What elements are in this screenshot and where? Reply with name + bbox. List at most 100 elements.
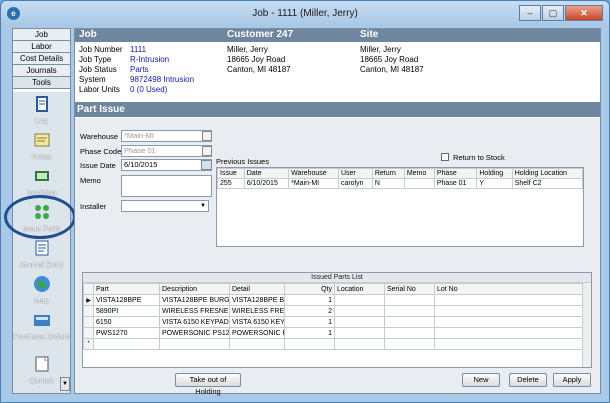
column-header[interactable]: Holding <box>476 168 513 179</box>
sidebar-tab-labor[interactable]: Labor <box>13 41 70 53</box>
column-header[interactable]: Lot No <box>434 283 584 295</box>
table-cell[interactable]: WIRELESS FRESNEL P <box>159 305 230 317</box>
column-header[interactable]: Serial No <box>384 283 435 295</box>
column-header[interactable]: User <box>337 168 373 179</box>
table-cell[interactable] <box>334 327 385 339</box>
row-selector[interactable] <box>83 327 94 339</box>
table-row[interactable]: 255 6/10/2015 *Main-MI carolyn N Phase 01 Y She… <box>217 178 584 189</box>
table-cell[interactable] <box>334 316 385 328</box>
table-cell[interactable] <box>384 294 435 306</box>
table-cell[interactable]: PWS1270 <box>93 327 160 339</box>
table-cell[interactable] <box>334 294 385 306</box>
table-row[interactable]: ▶ VISTA128BPE VISTA128BPE BURG P VISTA128BP… <box>83 294 584 306</box>
tool-notes[interactable]: Notes <box>13 130 70 161</box>
column-header[interactable]: Detail <box>229 283 285 295</box>
column-header[interactable]: Issue <box>217 168 245 179</box>
table-row[interactable]: 6150 VISTA 6150 KEYPAD VISTA 6150 KEYP 1 <box>83 316 584 328</box>
table-cell[interactable]: VISTA128BPE BURG P <box>159 294 230 306</box>
table-cell[interactable] <box>434 294 584 306</box>
minimize-button[interactable]: – <box>519 5 541 21</box>
table-cell[interactable] <box>384 305 435 317</box>
part-issue-panel: Warehouse *Main-MI Phase Code Phase 01 I… <box>75 118 600 396</box>
phase-code-field[interactable]: Phase 01 <box>121 145 212 157</box>
return-to-stock-checkbox[interactable] <box>441 153 449 161</box>
warehouse-field[interactable]: *Main-MI <box>121 130 212 142</box>
table-cell[interactable] <box>434 338 584 350</box>
table-cell[interactable] <box>159 338 230 350</box>
take-out-of-holding-button[interactable]: Take out of Holding <box>175 373 241 396</box>
tool-log[interactable]: Log <box>13 94 70 125</box>
column-header[interactable]: Return <box>371 168 405 179</box>
table-cell[interactable] <box>384 316 435 328</box>
new-row[interactable]: * <box>83 338 584 350</box>
column-header[interactable]: Phase <box>433 168 478 179</box>
tool-label: Map <box>34 296 49 305</box>
table-cell[interactable] <box>284 338 335 350</box>
phase-code-lookup-button[interactable] <box>202 146 212 156</box>
tool-journal-entry[interactable]: Journal Entry <box>13 238 70 269</box>
table-cell[interactable] <box>434 316 584 328</box>
apply-button[interactable]: Apply <box>553 373 591 387</box>
calendar-icon[interactable] <box>201 160 212 170</box>
return-to-stock-label: Return to Stock <box>453 153 505 162</box>
table-cell[interactable] <box>229 338 285 350</box>
warehouse-lookup-button[interactable] <box>202 131 212 141</box>
table-cell[interactable]: 6150 <box>93 316 160 328</box>
table-cell[interactable] <box>384 327 435 339</box>
column-header[interactable]: Memo <box>403 168 435 179</box>
new-button[interactable]: New <box>462 373 500 387</box>
column-header[interactable]: Part <box>93 283 160 295</box>
table-cell[interactable]: POWERSONIC PS1 <box>229 327 285 339</box>
table-cell[interactable]: 5890PI <box>93 305 160 317</box>
tool-purchase-orders[interactable]: Purchase Orders <box>13 310 70 341</box>
table-cell[interactable] <box>93 338 160 350</box>
row-selector[interactable] <box>83 316 94 328</box>
tool-map[interactable]: Map <box>13 274 70 305</box>
header-customer: Customer 247 <box>227 29 294 40</box>
table-row[interactable]: PWS1270POWERSONIC PS127POWERSONIC PS11 <box>83 327 584 339</box>
sidebar-tab-journals[interactable]: Journals <box>13 65 70 77</box>
title-bar[interactable]: e Job - 1111 (Miller, Jerry) – ▢ ✕ <box>1 1 609 27</box>
table-cell[interactable]: VISTA128BPE <box>93 294 160 306</box>
value-job-status: Parts <box>130 65 149 74</box>
column-header[interactable]: Location <box>334 283 385 295</box>
column-header[interactable]: Warehouse <box>288 168 339 179</box>
sidebar-scroll-down-button[interactable]: ▼ <box>60 377 70 391</box>
issued-parts-scrollbar[interactable] <box>582 283 591 367</box>
notes-icon <box>34 133 49 147</box>
new-row-marker: * <box>83 338 94 350</box>
table-cell[interactable]: VISTA128BPE BU <box>229 294 285 306</box>
column-header[interactable]: Qty <box>284 283 335 295</box>
sidebar-tab-job[interactable]: Job <box>13 29 70 41</box>
table-cell[interactable]: POWERSONIC PS127 <box>159 327 230 339</box>
table-cell[interactable]: VISTA 6150 KEYP <box>229 316 285 328</box>
maximize-button[interactable]: ▢ <box>542 5 564 21</box>
installer-dropdown[interactable]: ▼ <box>121 200 209 212</box>
table-cell[interactable] <box>434 305 584 317</box>
tool-label: Purchase Orders <box>13 332 70 341</box>
memo-field[interactable] <box>121 175 212 197</box>
sidebar-tab-cost-details[interactable]: Cost Details <box>13 53 70 65</box>
table-cell[interactable]: 1 <box>284 294 335 306</box>
column-header[interactable]: Description <box>159 283 230 295</box>
delete-button[interactable]: Delete <box>509 373 547 387</box>
value-labor-units: 0 (0 Used) <box>130 85 168 94</box>
table-cell[interactable]: VISTA 6150 KEYPAD <box>159 316 230 328</box>
table-cell[interactable]: 1 <box>284 327 335 339</box>
sidebar-tab-tools[interactable]: Tools <box>13 77 70 89</box>
tool-invoicing[interactable]: Invoicing <box>13 166 70 197</box>
table-cell[interactable]: 2 <box>284 305 335 317</box>
table-cell[interactable]: WIRELESS FRESN <box>229 305 285 317</box>
row-selector[interactable]: ▶ <box>83 294 94 306</box>
table-cell[interactable] <box>434 327 584 339</box>
table-cell[interactable]: 1 <box>284 316 335 328</box>
column-header[interactable]: Date <box>243 168 290 179</box>
row-selector[interactable] <box>83 305 94 317</box>
table-row[interactable]: 5890PIWIRELESS FRESNEL PWIRELESS FRESN2 <box>83 305 584 317</box>
table-cell[interactable] <box>334 338 385 350</box>
issue-date-field[interactable]: 6/10/2015 <box>121 159 212 171</box>
table-cell[interactable] <box>334 305 385 317</box>
table-cell[interactable] <box>384 338 435 350</box>
close-button[interactable]: ✕ <box>565 5 603 21</box>
column-header[interactable]: Holding Location <box>511 168 584 179</box>
